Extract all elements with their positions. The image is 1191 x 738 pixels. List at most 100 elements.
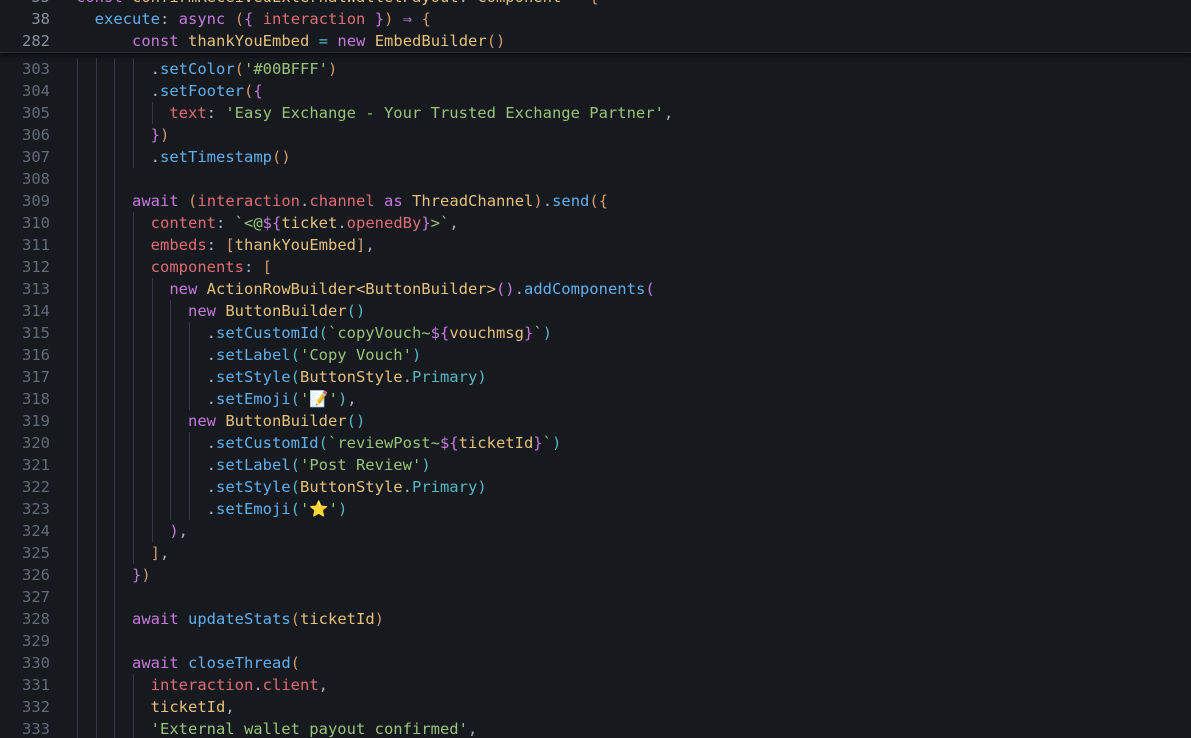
code-line[interactable]: 330 await closeThread( [0,652,1191,674]
code-line[interactable]: 308 [0,168,1191,190]
code-token: ${ [430,324,450,342]
code-line[interactable]: 312 components: [ [0,256,1191,278]
code-token: , [178,522,189,540]
code-token: execute [94,10,160,28]
code-text: .setStyle(ButtonStyle.Primary) [76,366,487,388]
code-line[interactable]: 318 .setEmoji('📝'), [0,388,1191,410]
code-line[interactable]: 310 content: `<@${ticket.openedBy}>`, [0,212,1191,234]
code-token: , [449,214,459,232]
code-line[interactable]: 326 }) [0,564,1191,586]
code-line[interactable]: 306 }) [0,124,1191,146]
code-line[interactable]: 317 .setStyle(ButtonStyle.Primary) [0,366,1191,388]
sticky-scroll-header[interactable]: 35 const confirmReceivedExternalWalletPay… [0,0,1191,53]
code-line[interactable]: 303 .setColor('#00BFFF') [0,58,1191,80]
code-token: ( [290,610,301,628]
code-line[interactable]: 305 text: 'Easy Exchange - Your Trusted … [0,102,1191,124]
code-editor[interactable]: 35 const confirmReceivedExternalWalletPay… [0,0,1191,738]
code-token: openedBy [346,214,422,232]
code-token: const [132,32,179,50]
code-token: `<@ [234,214,263,232]
code-line[interactable]: 328 await updateStats(ticketId) [0,608,1191,630]
code-line[interactable]: 333 'External wallet payout confirmed', [0,718,1191,738]
code-line[interactable]: 324 ), [0,520,1191,542]
code-line[interactable]: 331 interaction.client, [0,674,1191,696]
code-text: 'External wallet payout confirmed', [76,718,478,738]
code-token: , [663,104,674,122]
code-token: , [225,698,235,716]
code-token: ( [290,654,301,672]
code-text: ], [76,542,170,564]
code-line[interactable]: 314 new ButtonBuilder() [0,300,1191,322]
code-line[interactable]: 329 [0,630,1191,652]
code-text: execute: async ({ interaction }) ⇒ { [76,8,431,30]
code-token: . [76,82,160,100]
code-token: ${ [262,214,282,232]
code-line[interactable]: 319 new ButtonBuilder() [0,410,1191,432]
code-line[interactable]: 304 .setFooter({ [0,80,1191,102]
code-line[interactable]: 282 const thankYouEmbed = new EmbedBuild… [0,30,1191,52]
code-token: [ [262,258,272,276]
line-number: 303 [22,60,50,78]
code-line[interactable]: 316 .setLabel('Copy Vouch') [0,344,1191,366]
code-token: ( [244,82,254,100]
line-number: 325 [22,544,50,562]
code-token: setEmoji [215,390,291,408]
code-token: = [318,32,329,50]
line-number: 318 [22,390,50,408]
code-token: ticketId [300,610,375,628]
code-token: ( [318,434,328,452]
code-token: `reviewPost~ [327,434,440,452]
code-token: ButtonBuilder [225,412,347,430]
code-token: : [160,10,179,28]
code-line[interactable]: 309 await (interaction.channel as Thread… [0,190,1191,212]
code-line[interactable]: 325 ], [0,542,1191,564]
line-number: 307 [22,148,50,166]
code-token: () [486,32,506,50]
code-line[interactable]: 315 .setCustomId(`copyVouch~${vouchmsg}`… [0,322,1191,344]
code-token: ( [188,192,198,210]
code-token: new [187,302,216,320]
code-token: , [365,236,375,254]
code-text: .setLabel('Copy Vouch') [76,344,422,366]
code-text: await closeThread( [76,652,300,674]
code-line[interactable]: 323 .setEmoji('⭐') [0,498,1191,520]
code-token: ] [356,236,366,254]
code-token: confirmReceivedExternalWalletPayout [132,0,459,6]
code-token: , [467,720,478,738]
code-text: text: 'Easy Exchange - Your Trusted Exch… [76,102,673,124]
code-token: interaction [150,676,254,694]
code-token: . [76,368,216,386]
code-token: . [76,346,216,364]
code-line[interactable]: 38 execute: async ({ interaction }) ⇒ { [0,8,1191,30]
code-token: ) [384,10,394,28]
code-line[interactable]: 35 const confirmReceivedExternalWalletPay… [0,0,1191,8]
code-token: updateStats [188,610,291,628]
code-token: setEmoji [215,500,291,518]
code-line[interactable]: 327 [0,586,1191,608]
code-line[interactable]: 320 .setCustomId(`reviewPost~${ticketId}… [0,432,1191,454]
code-body[interactable]: 303 .setColor('#00BFFF') 304 .setFooter({… [0,58,1191,738]
code-line[interactable]: 313 new ActionRowBuilder<ButtonBuilder>(… [0,278,1191,300]
code-line[interactable]: 332 ticketId, [0,696,1191,718]
code-line[interactable]: 321 .setLabel('Post Review') [0,454,1191,476]
code-token: client [262,676,319,694]
code-token: const [76,0,123,6]
code-text: .setStyle(ButtonStyle.Primary) [76,476,487,498]
code-line[interactable]: 307 .setTimestamp() [0,146,1191,168]
code-text: const confirmReceivedExternalWalletPayou… [76,0,599,8]
line-number: 330 [22,654,50,672]
code-token: . [76,60,160,78]
code-line[interactable]: 311 embeds: [thankYouEmbed], [0,234,1191,256]
code-token: ActionRowBuilder<ButtonBuilder> [206,280,496,298]
code-line[interactable]: 322 .setStyle(ButtonStyle.Primary) [0,476,1191,498]
code-token: interaction [262,10,366,28]
